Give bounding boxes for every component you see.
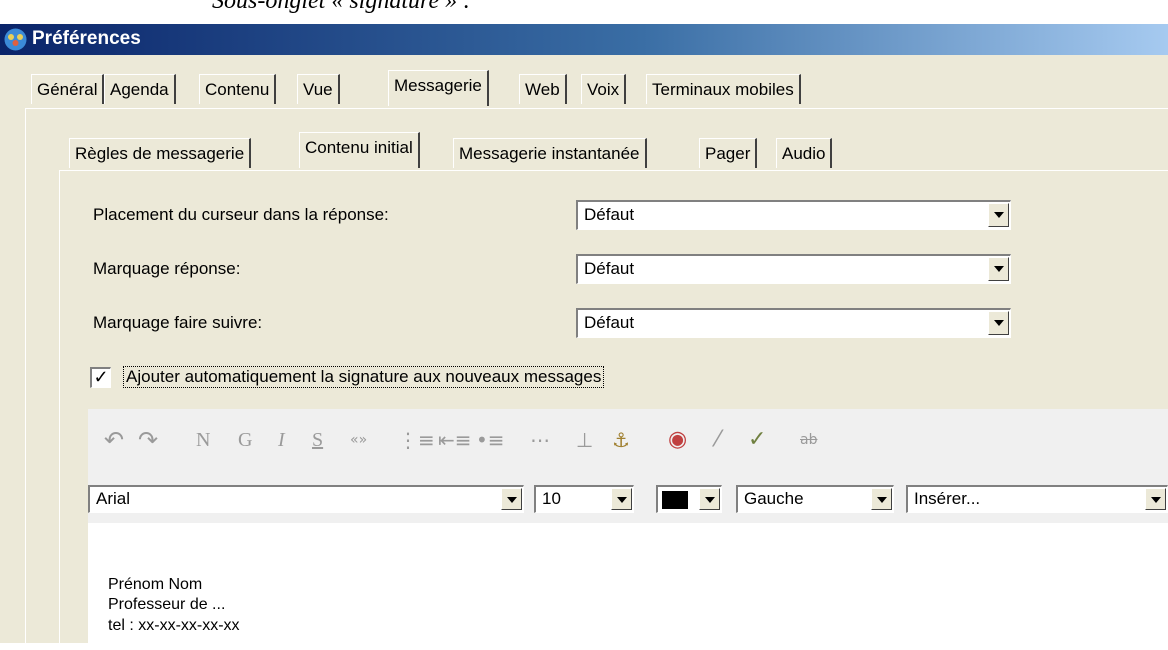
chevron-down-icon[interactable] (611, 488, 632, 510)
tab-contenu[interactable]: Contenu (199, 74, 277, 104)
document-caption: Sous-onglet « signature » : (212, 0, 472, 14)
app-icon (4, 28, 27, 51)
tab-messagerie-instantanee[interactable]: Messagerie instantanée (453, 138, 647, 168)
tab-terminaux-mobiles[interactable]: Terminaux mobiles (646, 74, 801, 104)
cursor-placement-value: Défaut (584, 205, 635, 224)
chevron-down-icon[interactable] (988, 311, 1009, 335)
text-color-select[interactable] (656, 485, 722, 513)
tab-general[interactable]: Général (31, 74, 105, 104)
window-title: Préférences (32, 28, 141, 49)
undo-icon[interactable]: ↶ (104, 428, 124, 452)
signature-editor[interactable] (88, 523, 1168, 643)
quote-icon[interactable]: «» (350, 428, 367, 452)
auto-signature-checkbox[interactable]: ✓ (90, 367, 111, 388)
numbered-list-icon[interactable]: ⋮≡ (398, 428, 435, 452)
insert-value: Insérer... (914, 489, 981, 508)
redo-icon[interactable]: ↷ (138, 428, 158, 452)
chevron-down-icon[interactable] (1145, 488, 1166, 510)
bold-g-icon[interactable]: G (238, 428, 252, 452)
spellcheck-icon[interactable]: ab (800, 428, 817, 452)
title-bar[interactable]: Préférences (0, 24, 1168, 55)
tab-messagerie[interactable]: Messagerie (388, 70, 489, 106)
chevron-down-icon[interactable] (988, 203, 1009, 227)
editor-toolbar: ↶ ↷ N G I S «» ⋮≡ ⇤≡ •≡ ⋯ ⊥ ⚓ ◉ ⁄ ✓ ab (88, 409, 1168, 473)
chevron-down-icon[interactable] (501, 488, 522, 510)
tab-vue[interactable]: Vue (297, 74, 340, 104)
horizontal-rule-icon[interactable]: ⋯ (530, 428, 550, 452)
tab-web[interactable]: Web (519, 74, 567, 104)
reply-marking-label: Marquage réponse: (93, 259, 241, 278)
tab-agenda[interactable]: Agenda (104, 74, 176, 104)
signature-line: Prénom Nom (108, 576, 203, 593)
image-icon[interactable]: ◉ (668, 428, 687, 452)
font-value: Arial (96, 489, 131, 508)
indent-list-icon[interactable]: ⇤≡ (438, 428, 472, 452)
forward-marking-label: Marquage faire suivre: (93, 313, 263, 332)
cursor-placement-label: Placement du curseur dans la réponse: (93, 205, 389, 224)
format-bar: Arial 10 Gauche Insérer... (88, 473, 1168, 523)
font-size-value: 10 (542, 489, 561, 508)
color-swatch (662, 491, 688, 509)
tab-pager[interactable]: Pager (699, 138, 758, 168)
font-size-select[interactable]: 10 (534, 485, 634, 513)
italic-icon[interactable]: I (278, 428, 285, 452)
tab-voix[interactable]: Voix (581, 74, 627, 104)
alignment-select[interactable]: Gauche (736, 485, 894, 513)
reply-marking-value: Défaut (584, 259, 635, 278)
forward-marking-select[interactable]: Défaut (576, 308, 1011, 338)
vertical-align-icon[interactable]: ⊥ (576, 428, 593, 452)
alignment-value: Gauche (744, 489, 804, 508)
font-select[interactable]: Arial (88, 485, 524, 513)
chevron-down-icon[interactable] (699, 488, 720, 510)
link-icon[interactable]: ⁄ (716, 428, 720, 452)
unlink-icon[interactable]: ✓ (748, 428, 766, 452)
tab-regles-messagerie[interactable]: Règles de messagerie (69, 138, 252, 168)
insert-select[interactable]: Insérer... (906, 485, 1168, 513)
anchor-icon[interactable]: ⚓ (612, 428, 630, 452)
tab-contenu-initial[interactable]: Contenu initial (299, 132, 420, 168)
signature-line: Professeur de ... (108, 596, 226, 613)
cursor-placement-select[interactable]: Défaut (576, 200, 1011, 230)
forward-marking-value: Défaut (584, 313, 635, 332)
reply-marking-select[interactable]: Défaut (576, 254, 1011, 284)
strikethrough-icon[interactable]: S (312, 428, 323, 452)
bullet-list-icon[interactable]: •≡ (476, 428, 505, 452)
tab-audio[interactable]: Audio (776, 138, 833, 168)
signature-line: tel : xx-xx-xx-xx-xx (108, 617, 240, 634)
auto-signature-label[interactable]: Ajouter automatiquement la signature aux… (123, 366, 605, 388)
chevron-down-icon[interactable] (988, 257, 1009, 281)
bold-icon[interactable]: N (196, 428, 210, 452)
chevron-down-icon[interactable] (871, 488, 892, 510)
